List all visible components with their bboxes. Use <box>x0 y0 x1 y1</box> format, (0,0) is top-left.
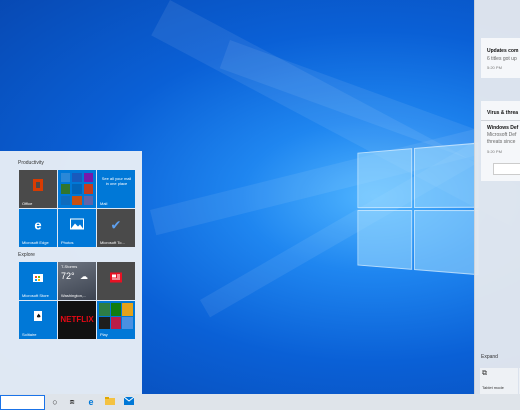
tile-news[interactable] <box>97 262 135 300</box>
tile-mail[interactable]: See all your mail in one place Mail <box>97 170 135 208</box>
storm-cloud-icon: ☁ <box>80 272 88 281</box>
notification-action-button[interactable] <box>493 163 520 175</box>
tile-netflix[interactable]: NETFLIX <box>58 301 96 339</box>
tile-office[interactable]: Office <box>19 170 57 208</box>
notification-title: Updates com <box>487 48 518 54</box>
tile-mail-label: Mail <box>100 201 107 206</box>
start-menu: Productivity Office See all your mail in… <box>0 151 142 394</box>
tile-office-label: Office <box>22 201 32 206</box>
tablet-icon: ⧉ <box>482 370 487 378</box>
tile-apps-folder[interactable] <box>58 170 96 208</box>
tile-photos[interactable]: Photos <box>58 209 96 247</box>
photos-icon <box>70 218 84 231</box>
notification-text: Microsoft Def <box>487 132 516 138</box>
tile-play-label: Play <box>100 332 108 337</box>
edge-icon: e <box>34 218 41 231</box>
mail-tile-text: See all your mail in one place <box>100 176 133 186</box>
store-bag-icon <box>32 271 44 285</box>
action-center: Updates com 6 titles got up 5:20 PM Viru… <box>474 0 520 394</box>
checkmark-icon: ✔ <box>111 218 122 231</box>
mail-icon[interactable] <box>123 396 135 408</box>
taskbar: ○ ⧈ e <box>0 394 520 410</box>
notification-section-title: Virus & threa <box>487 110 518 116</box>
tile-store-label: Microsoft Store <box>22 293 49 298</box>
group-title-explore: Explore <box>18 252 35 258</box>
tile-weather-label: Washington,... <box>61 293 86 298</box>
weather-temp: 72° <box>61 271 75 281</box>
notification-virus[interactable]: Virus & threa Windows Def Microsoft Def … <box>481 101 520 181</box>
taskbar-search-box[interactable] <box>0 395 45 410</box>
notification-text: 6 titles got up <box>487 56 517 62</box>
task-view-icon[interactable]: ⧈ <box>66 396 78 408</box>
cards-icon: ♠ <box>32 310 44 324</box>
windows-logo <box>357 142 480 277</box>
news-icon <box>110 271 122 284</box>
tile-weather[interactable]: T-Storms 72° ☁ Washington,... <box>58 262 96 300</box>
apps-grid-icon <box>61 173 93 205</box>
notification-updates[interactable]: Updates com 6 titles got up 5:20 PM <box>481 38 520 78</box>
tile-solitaire[interactable]: ♠ Solitaire <box>19 301 57 339</box>
tile-todo[interactable]: ✔ Microsoft To... <box>97 209 135 247</box>
expand-link[interactable]: Expand <box>481 354 498 360</box>
file-explorer-icon[interactable] <box>104 396 116 408</box>
notification-title: Windows Def <box>487 125 518 131</box>
tile-play[interactable]: Play <box>97 301 135 339</box>
notification-text: threats since <box>487 139 515 145</box>
office-icon <box>31 178 45 194</box>
notification-time: 5:20 PM <box>487 65 502 70</box>
tile-edge[interactable]: e Microsoft Edge <box>19 209 57 247</box>
tile-store[interactable]: Microsoft Store <box>19 262 57 300</box>
weather-condition: T-Storms <box>61 264 77 269</box>
group-title-productivity: Productivity <box>18 160 44 166</box>
tile-edge-label: Microsoft Edge <box>22 240 49 245</box>
notification-time: 5:20 PM <box>487 149 502 154</box>
games-grid-icon <box>99 303 133 329</box>
tablet-mode-label: Tablet mode <box>482 385 504 390</box>
tile-photos-label: Photos <box>61 240 73 245</box>
divider <box>481 120 520 121</box>
svg-text:♠: ♠ <box>36 313 41 320</box>
netflix-logo: NETFLIX <box>58 315 96 324</box>
edge-icon[interactable]: e <box>85 396 97 408</box>
tablet-mode-toggle[interactable]: ⧉ Tablet mode <box>480 368 518 394</box>
cortana-icon[interactable]: ○ <box>49 396 61 408</box>
tile-todo-label: Microsoft To... <box>100 240 125 245</box>
tile-solitaire-label: Solitaire <box>22 332 36 337</box>
